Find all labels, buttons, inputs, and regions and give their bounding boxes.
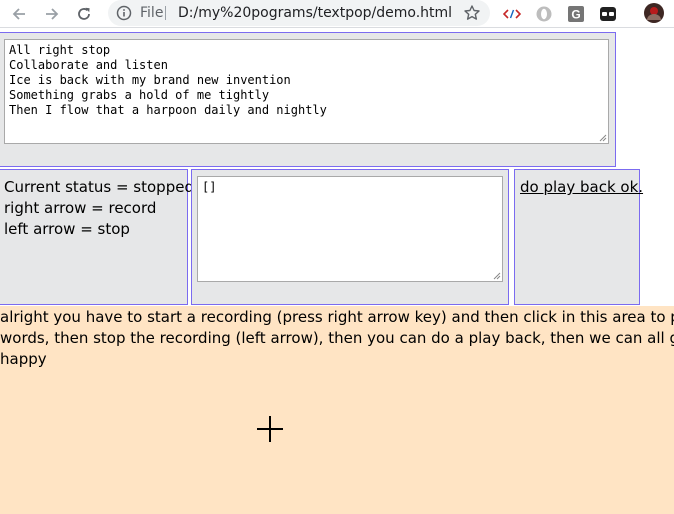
lyrics-textarea[interactable]: All right stop Collaborate and listen Ice … [4,39,609,144]
address-bar[interactable]: File D:/my%20pograms/textpop/demo.html [108,0,490,26]
reload-icon [78,7,90,20]
bot-extension-button[interactable] [599,5,617,23]
word-stage-area[interactable]: alright you have to start a recording (p… [0,306,674,514]
events-panel: [] [191,169,509,305]
profile-avatar[interactable] [644,3,664,23]
g-extension-button[interactable]: G [567,5,585,23]
playback-panel: do play back ok. [514,169,643,305]
events-value: [] [202,180,217,194]
opera-extension-button[interactable] [535,5,553,23]
profile-avatar-icon [644,3,664,23]
play-back-link[interactable]: do play back ok. [520,178,643,196]
code-extension-button[interactable] [503,5,521,23]
svg-text:G: G [571,8,580,22]
forward-button[interactable] [41,3,63,25]
resize-grip-icon[interactable] [597,132,607,142]
address-divider [165,6,166,20]
lyrics-line: Ice is back with my brand new invention [9,73,291,87]
instruction-line: happy [0,350,47,368]
current-status-text: Current status = stopped [4,178,194,196]
page-viewport: All right stop Collaborate and listen Ice … [0,28,674,514]
back-arrow-icon [12,8,25,20]
resize-grip-icon[interactable] [491,270,501,280]
back-button[interactable] [8,3,30,25]
browser-toolbar: File D:/my%20pograms/textpop/demo.html G [0,0,674,28]
url-text[interactable]: D:/my%20pograms/textpop/demo.html [178,5,452,21]
forward-arrow-icon [46,8,59,20]
lyrics-panel: All right stop Collaborate and listen Ice … [0,32,616,167]
g-extension-icon: G [568,6,584,22]
lyrics-line: All right stop [9,43,111,57]
status-panel: Current status = stopped right arrow = r… [0,169,194,305]
info-icon[interactable] [116,5,132,21]
record-key-hint: right arrow = record [4,199,157,217]
bot-extension-icon [600,7,616,21]
instruction-line: words, then stop the recording (left arr… [0,329,674,347]
url-scheme-label: File [140,5,164,21]
star-icon[interactable] [463,4,481,22]
crosshair-cursor-icon [257,416,283,442]
stop-key-hint: left arrow = stop [4,220,130,238]
reload-button[interactable] [73,3,95,25]
events-textarea[interactable]: [] [197,176,503,282]
opera-extension-icon [536,6,552,22]
instruction-line: alright you have to start a recording (p… [0,308,674,326]
lyrics-line: Then I flow that a harpoon daily and nig… [9,103,327,117]
lyrics-line: Collaborate and listen [9,58,168,72]
code-extension-icon [503,9,521,19]
lyrics-line: Something grabs a hold of me tightly [9,88,270,102]
